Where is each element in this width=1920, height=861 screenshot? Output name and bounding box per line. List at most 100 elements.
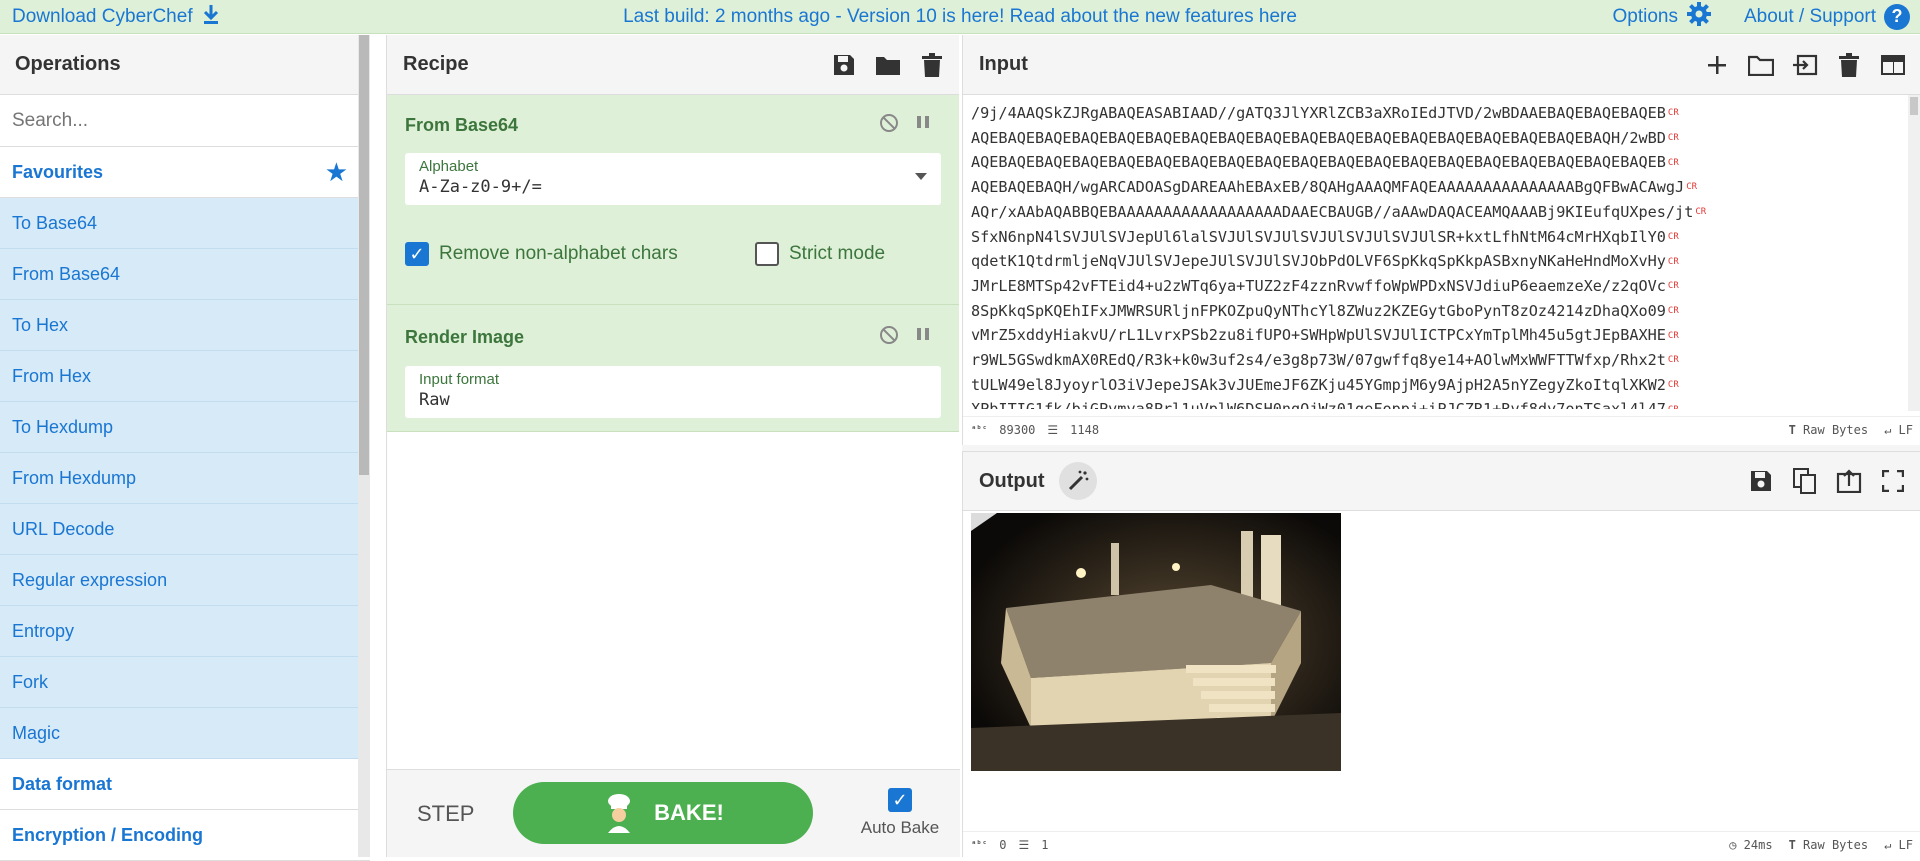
download-label[interactable]: Download CyberChef: [12, 6, 193, 28]
encoding-selector[interactable]: T Raw Bytes: [1789, 838, 1869, 852]
category-label[interactable]: Encryption / Encoding: [12, 825, 203, 846]
operations-scrollbar[interactable]: [358, 35, 370, 857]
carriage-return-marker: CR: [1667, 281, 1679, 292]
chevron-down-icon[interactable]: [915, 173, 927, 180]
encoding-selector[interactable]: T Raw Bytes: [1789, 423, 1869, 437]
operations-list: To Base64 From Base64 To Hex From Hex To Hex…: [0, 198, 370, 759]
remove-non-alphabet-checkbox[interactable]: ✓ Remove non-alphabet chars: [405, 242, 678, 266]
options-button[interactable]: Options: [1612, 1, 1711, 33]
checkbox-checked-icon[interactable]: ✓: [888, 788, 912, 812]
carriage-return-marker: CR: [1695, 207, 1707, 218]
input-eol[interactable]: LF: [1899, 423, 1913, 437]
operation-item[interactable]: From Hex: [0, 351, 370, 402]
auto-bake-toggle[interactable]: ✓ Auto Bake: [850, 788, 950, 838]
output-encoding[interactable]: Raw Bytes: [1803, 838, 1868, 852]
carriage-return-marker: CR: [1667, 380, 1679, 391]
alphabet-label: Alphabet: [419, 158, 479, 175]
favourites-label[interactable]: Favourites: [12, 162, 103, 183]
operation-item[interactable]: From Hexdump: [0, 453, 370, 504]
folder-icon[interactable]: [875, 52, 901, 78]
output-time: 24ms: [1743, 837, 1773, 852]
maximize-icon[interactable]: [1880, 468, 1906, 494]
input-textarea[interactable]: /9j/4AAQSkZJRgABAQEASABIAAD//gATQ3JlYXRl…: [971, 101, 1911, 409]
build-notice-link[interactable]: Last build: 2 months ago - Version 10 is…: [623, 6, 1297, 27]
checkbox-checked-icon[interactable]: ✓: [405, 242, 429, 266]
input-line-text: qdetK1QtdrmljeNqVJUlSVJepeJUlSVJUlSVJObP…: [971, 252, 1666, 271]
auto-bake-label: Auto Bake: [860, 818, 940, 837]
replace-input-icon[interactable]: [1836, 468, 1862, 494]
layout-icon[interactable]: [1880, 52, 1906, 78]
operation-item[interactable]: To Base64: [0, 198, 370, 249]
bake-button[interactable]: BAKE!: [513, 782, 813, 844]
add-tab-icon[interactable]: [1704, 52, 1730, 78]
trash-icon[interactable]: [1836, 52, 1862, 78]
eol-selector[interactable]: ↵ LF: [1884, 423, 1913, 437]
ingredient-from-base64: From Base64 Alphabet A-Za-z0-9+/= ✓ Remo…: [387, 95, 959, 305]
carriage-return-marker: CR: [1686, 182, 1698, 193]
pause-icon[interactable]: [915, 113, 931, 138]
input-statusbar: ᵃᵇᶜ 89300 ☰ 1148 T Raw Bytes ↵ LF: [963, 416, 1920, 442]
about-support-button[interactable]: About / Support ?: [1744, 3, 1910, 30]
operation-item[interactable]: To Hex: [0, 300, 370, 351]
eol-selector[interactable]: ↵ LF: [1884, 838, 1913, 852]
char-count-icon: ᵃᵇᶜ: [971, 839, 988, 850]
input-line: AQEBAQEBAQH/wgARCADOASgDAREAAhEBAxEB/8QA…: [971, 175, 1911, 200]
download-link[interactable]: Download CyberChef: [12, 3, 221, 31]
category-data-format[interactable]: Data format: [0, 759, 370, 810]
input-encoding[interactable]: Raw Bytes: [1803, 423, 1868, 437]
options-label[interactable]: Options: [1612, 6, 1677, 28]
return-arrow-icon: ↵: [1884, 837, 1892, 852]
scrollbar-thumb[interactable]: [1910, 97, 1918, 115]
search-bar[interactable]: [0, 95, 370, 147]
disable-icon[interactable]: [879, 325, 899, 350]
step-button[interactable]: STEP: [417, 801, 474, 827]
strict-mode-checkbox[interactable]: Strict mode: [755, 242, 885, 266]
carriage-return-marker: CR: [1667, 157, 1679, 168]
carriage-return-marker: CR: [1668, 405, 1679, 409]
about-label[interactable]: About / Support: [1744, 6, 1876, 28]
bake-time: ◷ 24ms: [1729, 838, 1772, 852]
operation-item[interactable]: Entropy: [0, 606, 370, 657]
magic-wand-icon[interactable]: [1058, 462, 1097, 500]
bake-label[interactable]: BAKE!: [654, 800, 724, 826]
output-panel: Output ᵃᵇᶜ 0 ☰ 1 ◷ 24ms T Raw Bytes ↵ LF: [962, 451, 1920, 857]
input-format-select[interactable]: Input format Raw: [405, 366, 941, 418]
operation-item[interactable]: Fork: [0, 657, 370, 708]
input-format-value[interactable]: Raw: [419, 390, 927, 410]
operations-title: Operations: [0, 35, 370, 95]
pause-icon[interactable]: [915, 325, 931, 350]
alphabet-select[interactable]: Alphabet A-Za-z0-9+/=: [405, 153, 941, 205]
import-icon[interactable]: [1792, 52, 1818, 78]
operation-item[interactable]: Magic: [0, 708, 370, 759]
alphabet-value[interactable]: A-Za-z0-9+/=: [419, 177, 927, 197]
save-icon[interactable]: [1748, 468, 1774, 494]
checkbox-unchecked-icon[interactable]: [755, 242, 779, 266]
input-scrollbar[interactable]: [1908, 95, 1920, 411]
input-line-text: AQEBAQEBAQEBAQEBAQEBAQEBAQEBAQEBAQEBAQEB…: [971, 153, 1666, 172]
input-line-text: AQEBAQEBAQEBAQEBAQEBAQEBAQEBAQEBAQEBAQEB…: [971, 128, 1666, 147]
category-label[interactable]: Data format: [12, 774, 112, 795]
input-format-label: Input format: [419, 371, 500, 388]
chef-icon: [602, 793, 636, 833]
output-eol[interactable]: LF: [1899, 838, 1913, 852]
category-encryption-encoding[interactable]: Encryption / Encoding: [0, 810, 370, 861]
open-folder-icon[interactable]: [1748, 52, 1774, 78]
category-favourites[interactable]: Favourites ★: [0, 147, 370, 198]
operation-item[interactable]: Regular expression: [0, 555, 370, 606]
operation-item[interactable]: URL Decode: [0, 504, 370, 555]
scrollbar-thumb[interactable]: [359, 35, 369, 475]
operation-item[interactable]: To Hexdump: [0, 402, 370, 453]
input-line: JMrLE8MTSp42vFTEid4+u2zWTq6ya+TUZ2zF4zzn…: [971, 274, 1911, 299]
trash-icon[interactable]: [919, 52, 945, 78]
carriage-return-marker: CR: [1667, 108, 1679, 119]
input-title: Input: [979, 53, 1028, 75]
copy-icon[interactable]: [1792, 468, 1818, 494]
output-image: [971, 513, 1341, 771]
operations-search-input[interactable]: [12, 109, 352, 132]
input-line-text: XPbITIG1fk/bjGPvmva8Prl1uVplW6DSH0ngQjWz…: [971, 400, 1666, 409]
download-icon: [201, 3, 221, 31]
disable-icon[interactable]: [879, 113, 899, 138]
input-panel: Input /9j/4AAQSkZJRgABAQEASABIAAD//gATQ3…: [962, 35, 1920, 445]
operation-item[interactable]: From Base64: [0, 249, 370, 300]
save-icon[interactable]: [831, 52, 857, 78]
